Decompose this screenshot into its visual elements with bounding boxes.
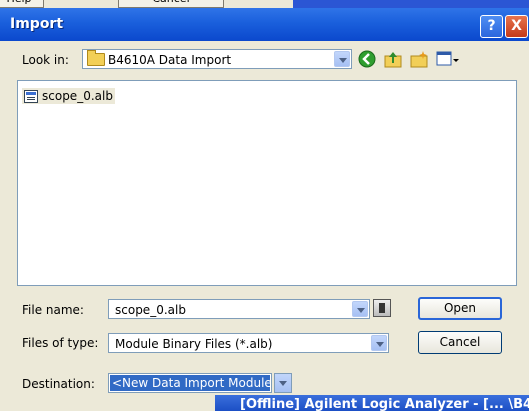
look-in-combo[interactable]: B4610A Data Import [82,49,352,69]
files-of-type-select[interactable]: Module Binary Files (*.alb) [108,333,389,353]
chevron-down-icon[interactable] [334,51,350,67]
dialog-title: Import [10,16,64,32]
chevron-down-icon[interactable] [371,335,387,351]
open-button[interactable]: Open [418,297,502,320]
new-folder-icon[interactable] [410,50,428,68]
background-help-button[interactable]: Help [0,0,44,8]
close-button[interactable]: X [505,15,528,38]
file-list[interactable]: scope_0.alb [17,80,517,286]
taskbar-button[interactable]: [Offline] Agilent Logic Analyzer - [... … [215,395,529,411]
folder-icon [87,50,105,66]
alb-file-icon [24,89,38,103]
device-icon[interactable] [373,299,391,317]
back-icon[interactable] [358,50,376,68]
view-menu-icon[interactable] [436,50,460,68]
destination-label: Destination: [22,377,95,391]
title-bar: Import ? X [0,8,529,41]
chevron-down-icon[interactable] [274,373,292,393]
look-in-label: Look in: [22,53,69,67]
list-item[interactable]: scope_0.alb [22,88,115,104]
files-of-type-label: Files of type: [22,336,99,350]
file-name-text: scope_0.alb [42,89,113,103]
destination-value: <New Data Import Module> [110,375,270,391]
taskbar-title: [Offline] Agilent Logic Analyzer - [... … [240,397,529,411]
file-name-field[interactable]: scope_0.alb [108,299,370,319]
file-name-value: scope_0.alb [115,303,186,317]
cancel-button[interactable]: Cancel [418,331,502,354]
files-of-type-value: Module Binary Files (*.alb) [115,337,273,351]
file-name-label: File name: [22,303,84,317]
help-button[interactable]: ? [480,15,503,38]
look-in-value: B4610A Data Import [108,53,232,67]
destination-select[interactable]: <New Data Import Module> [108,373,272,393]
up-folder-icon[interactable] [384,50,402,68]
background-cancel-button[interactable]: Cancel [118,0,224,8]
chevron-down-icon[interactable] [352,301,368,317]
